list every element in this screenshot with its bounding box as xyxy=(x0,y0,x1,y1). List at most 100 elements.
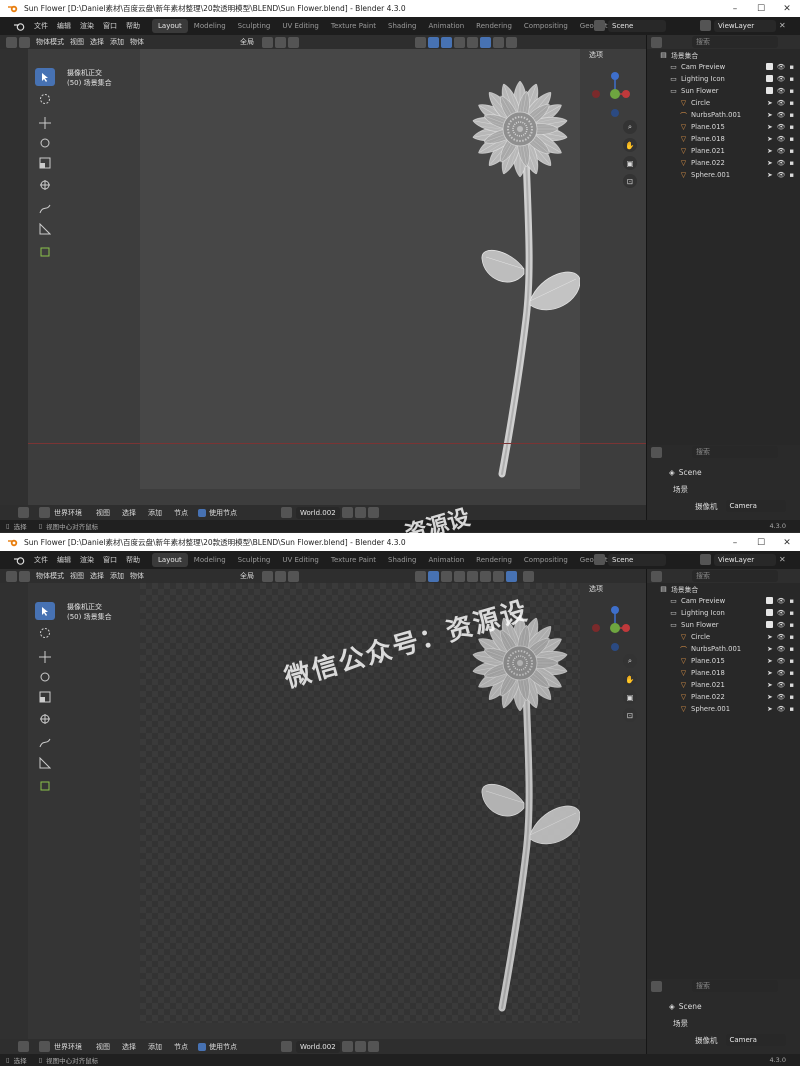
select-box-tool[interactable] xyxy=(35,68,55,86)
eye-icon[interactable]: 👁 xyxy=(777,597,786,605)
viewlayer-name[interactable]: ViewLayer xyxy=(714,19,776,32)
menu-select[interactable]: 选择 xyxy=(90,37,104,47)
outliner-row[interactable]: ▽ Circle ➤ 👁 ▪ xyxy=(647,631,800,643)
outliner-row[interactable]: ▽ Plane.015 ➤ 👁 ▪ xyxy=(647,655,800,667)
outliner-search[interactable]: 搜索 xyxy=(692,570,778,582)
pan-hand-icon[interactable]: ✋ xyxy=(623,138,637,152)
menu-view[interactable]: 视图 xyxy=(70,37,84,47)
tab-modeling[interactable]: Modeling xyxy=(188,553,232,567)
scene-name[interactable]: Scene xyxy=(608,553,666,566)
outliner-type-icon[interactable] xyxy=(651,36,662,48)
minimize-button[interactable]: – xyxy=(722,0,748,17)
use-nodes-checkbox[interactable] xyxy=(198,1042,206,1051)
proportional-icon[interactable] xyxy=(288,36,299,48)
menu-add[interactable]: 添加 xyxy=(148,1042,162,1052)
menu-add[interactable]: 添加 xyxy=(110,37,124,47)
scale-tool[interactable] xyxy=(35,688,55,706)
transform-orientation[interactable]: 全局 xyxy=(240,571,254,581)
menu-view[interactable]: 视图 xyxy=(96,508,110,518)
viewlayer-selector[interactable]: ViewLayer ✕ xyxy=(698,552,798,567)
rotate-tool[interactable] xyxy=(35,668,55,686)
snap-icon[interactable] xyxy=(275,570,286,582)
eye-icon[interactable]: 👁 xyxy=(777,75,786,83)
eye-icon[interactable]: 👁 xyxy=(777,99,786,107)
tab-compositing[interactable]: Compositing xyxy=(518,19,574,33)
outliner-row[interactable]: ▭ Cam Preview 👁 ▪ xyxy=(647,595,800,607)
eye-icon[interactable]: 👁 xyxy=(777,63,786,71)
axis-gizmo[interactable] xyxy=(588,602,644,658)
transform-tool[interactable] xyxy=(35,710,55,728)
select-arrow-icon[interactable]: ➤ xyxy=(767,99,773,107)
select-arrow-icon[interactable]: ➤ xyxy=(767,123,773,131)
menu-add[interactable]: 添加 xyxy=(148,508,162,518)
checkbox[interactable] xyxy=(765,87,773,94)
world-env-selector[interactable]: 世界环境 xyxy=(54,1042,82,1052)
world-name-field[interactable]: World.002 xyxy=(296,1040,340,1053)
camera-icon[interactable]: ▪ xyxy=(789,705,794,713)
select-arrow-icon[interactable]: ➤ xyxy=(767,159,773,167)
outliner-row[interactable]: ▽ Plane.022 ➤ 👁 ▪ xyxy=(647,691,800,703)
xray-icon[interactable] xyxy=(454,570,465,582)
camera-field[interactable]: Camera xyxy=(725,500,786,512)
menu-window[interactable]: 窗口 xyxy=(103,555,117,565)
add-cube-tool[interactable] xyxy=(35,242,55,260)
eye-icon[interactable]: 👁 xyxy=(777,147,786,155)
unlink-icon[interactable] xyxy=(368,507,379,518)
outliner-row[interactable]: ▽ Sphere.001 ➤ 👁 ▪ xyxy=(647,169,800,181)
tab-animation[interactable]: Animation xyxy=(422,553,470,567)
select-arrow-icon[interactable]: ➤ xyxy=(767,111,773,119)
eye-icon[interactable]: 👁 xyxy=(777,609,786,617)
menu-view[interactable]: 视图 xyxy=(96,1042,110,1052)
pivot-icon[interactable] xyxy=(262,36,273,48)
scene-selector[interactable]: Scene xyxy=(592,552,688,567)
properties-search[interactable]: 搜索 xyxy=(692,446,778,458)
camera-icon[interactable]: ▪ xyxy=(789,63,794,71)
camera-icon[interactable]: ▪ xyxy=(789,135,794,143)
outliner-search[interactable]: 搜索 xyxy=(692,36,778,48)
select-arrow-icon[interactable]: ➤ xyxy=(767,633,773,641)
eye-icon[interactable]: 👁 xyxy=(777,621,786,629)
zoom-icon[interactable]: ⌕ xyxy=(623,120,637,134)
camera-icon[interactable]: ▪ xyxy=(789,147,794,155)
close-button[interactable]: ✕ xyxy=(774,0,800,17)
editor-type-icon[interactable] xyxy=(6,570,17,582)
camera-icon[interactable]: ▪ xyxy=(789,669,794,677)
navigation-gizmo[interactable]: ⌕ ✋ ▣ ⊡ xyxy=(588,68,644,188)
xray-icon[interactable] xyxy=(454,36,465,48)
outliner-row[interactable]: ▽ Plane.018 ➤ 👁 ▪ xyxy=(647,133,800,145)
tab-uv-editing[interactable]: UV Editing xyxy=(276,553,325,567)
pan-hand-icon[interactable]: ✋ xyxy=(623,672,637,686)
overlay-icon[interactable] xyxy=(441,36,452,48)
wireframe-shading-icon[interactable] xyxy=(467,570,478,582)
material-shading-icon[interactable] xyxy=(493,570,504,582)
camera-view-icon[interactable]: ▣ xyxy=(623,156,637,170)
mode-selector[interactable]: 物体模式 xyxy=(36,37,64,47)
eye-icon[interactable]: 👁 xyxy=(777,633,786,641)
cursor-tool[interactable] xyxy=(35,624,55,642)
camera-field[interactable]: Camera xyxy=(725,1034,786,1046)
properties-search[interactable]: 搜索 xyxy=(692,980,778,992)
add-cube-tool[interactable] xyxy=(35,776,55,794)
properties-type-icon[interactable] xyxy=(651,980,662,992)
outliner-row[interactable]: ▽ Sphere.001 ➤ 👁 ▪ xyxy=(647,703,800,715)
tab-modeling[interactable]: Modeling xyxy=(188,19,232,33)
tab-texture-paint[interactable]: Texture Paint xyxy=(325,553,382,567)
outliner-row[interactable]: ▭ Sun Flower 👁 ▪ xyxy=(647,85,800,97)
annotate-tool[interactable] xyxy=(35,200,55,218)
select-arrow-icon[interactable]: ➤ xyxy=(767,669,773,677)
eye-icon[interactable]: 👁 xyxy=(777,693,786,701)
camera-icon[interactable]: ▪ xyxy=(789,597,794,605)
outliner-row[interactable]: ⌒ NurbsPath.001 ➤ 👁 ▪ xyxy=(647,643,800,655)
camera-icon[interactable]: ▪ xyxy=(789,693,794,701)
outliner-row[interactable]: ▽ Plane.021 ➤ 👁 ▪ xyxy=(647,145,800,157)
menu-window[interactable]: 窗口 xyxy=(103,21,117,31)
pause-icon[interactable] xyxy=(523,570,534,582)
outliner-row[interactable]: ▽ Circle ➤ 👁 ▪ xyxy=(647,97,800,109)
outliner-row[interactable]: ▽ Plane.021 ➤ 👁 ▪ xyxy=(647,679,800,691)
eye-icon[interactable]: 👁 xyxy=(777,705,786,713)
transform-orientation[interactable]: 全局 xyxy=(240,37,254,47)
pivot-icon[interactable] xyxy=(262,570,273,582)
rendered-shading-icon[interactable] xyxy=(506,36,517,48)
world-name-field[interactable]: World.002 xyxy=(296,506,340,519)
menu-object[interactable]: 物体 xyxy=(130,571,144,581)
